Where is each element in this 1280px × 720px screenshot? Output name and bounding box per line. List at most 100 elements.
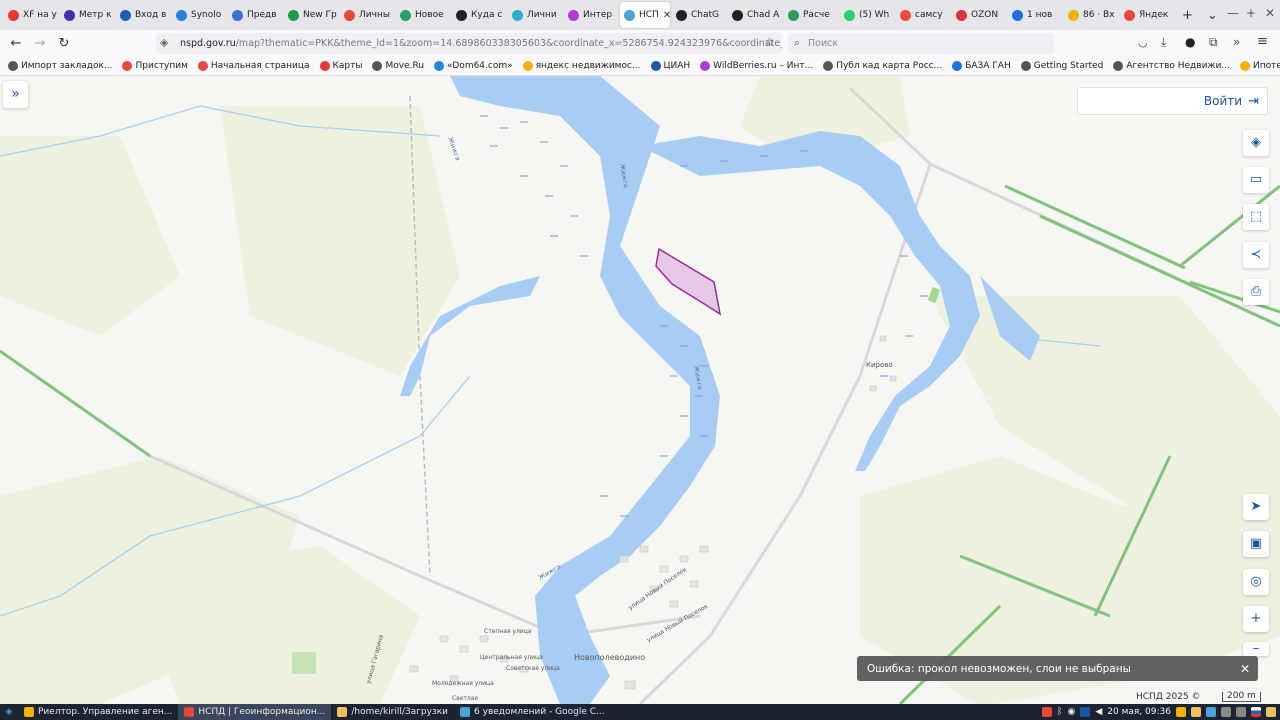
geolocation-button[interactable]: ◎ (1243, 569, 1269, 595)
download-icon[interactable]: ⤓ (1161, 35, 1166, 50)
hp-icon[interactable] (1080, 707, 1091, 717)
green-patch (292, 652, 316, 674)
bookmark-item[interactable]: ЦИАН (650, 61, 690, 71)
bookmark-item[interactable]: Начальная страница (197, 61, 310, 71)
tray-app-icon[interactable] (1221, 707, 1231, 717)
tab-4[interactable]: Предв (228, 2, 282, 28)
print-button[interactable]: ⎙ (1243, 279, 1269, 305)
tab-14[interactable]: Расче (784, 2, 838, 28)
tab-label: ChatG (691, 10, 720, 20)
network-icon[interactable]: ◉ (1068, 707, 1076, 717)
taskbar-item[interactable]: Риелтор. Управление аген... (18, 704, 178, 720)
bookmark-item[interactable]: Getting Started (1020, 61, 1103, 71)
search-input[interactable]: ⌕ Поиск (788, 33, 1054, 54)
back-button[interactable]: ← (4, 36, 28, 51)
bookmark-item[interactable]: Карты (319, 61, 362, 71)
tray-app-icon[interactable] (1176, 707, 1186, 717)
ruler-button[interactable]: ▭ (1243, 167, 1269, 193)
river-label: Жижга (446, 136, 462, 162)
folder-icon[interactable] (1266, 707, 1276, 717)
taskbar-item[interactable]: НСПД | Геоинформацион... (178, 704, 332, 720)
tray-app-icon[interactable] (1191, 707, 1201, 717)
volume-icon[interactable]: ◀ (1095, 707, 1102, 717)
keyboard-layout-icon[interactable] (1251, 707, 1261, 717)
bookmark-item[interactable]: «Dom64.com» (434, 61, 513, 71)
bookmark-item[interactable]: Ипотечный калькул... (1239, 61, 1280, 71)
tab-8[interactable]: Куда с (452, 2, 506, 28)
tab-label: самсу (915, 10, 943, 20)
new-tab-button[interactable]: + (1176, 8, 1199, 23)
bookmark-item[interactable]: Импорт закладок... (8, 61, 112, 71)
tab-label: Интер (583, 10, 613, 20)
bookmark-item[interactable]: яндекс недвижимос... (522, 61, 641, 71)
clock[interactable]: 20 мая, 09:36 (1107, 707, 1171, 717)
taskbar-item[interactable]: /home/kirill/Загрузки (331, 704, 454, 720)
forward-button[interactable]: → (28, 36, 52, 51)
error-toast: Ошибка: прокол невозможен, слои не выбра… (857, 656, 1258, 681)
tab-9[interactable]: Лични (508, 2, 562, 28)
building (659, 565, 669, 573)
tab-15[interactable]: (5) Wh (840, 2, 894, 28)
tab-11[interactable]: НСП ✕ (620, 2, 670, 28)
close-window-button[interactable]: ✕ (1265, 6, 1275, 20)
bookmark-item[interactable]: Move.Ru (372, 61, 424, 71)
bookmark-star-icon[interactable]: ☆ (764, 35, 775, 49)
tab-0[interactable]: XF на у (4, 2, 58, 28)
taskbar-item[interactable]: 6 уведомлений - Google C... (454, 704, 611, 720)
tab-6[interactable]: Личны (340, 2, 394, 28)
tab-19[interactable]: 86 · Вх (1064, 2, 1118, 28)
url-bar[interactable]: ◈ nspd.gov.ru/map?thematic=PKK&theme_id=… (156, 33, 782, 54)
bookmark-item[interactable]: Приступим (122, 61, 188, 71)
minimap-button[interactable]: ▣ (1243, 531, 1269, 557)
layers-button[interactable]: ◈ (1243, 130, 1269, 156)
tab-label: НСП (639, 10, 659, 20)
land-parcel[interactable] (655, 247, 722, 316)
overflow-icon[interactable]: » (1233, 35, 1240, 49)
tab-7[interactable]: Новое (396, 2, 450, 28)
close-toast-icon[interactable]: ✕ (1240, 662, 1250, 676)
bluetooth-icon[interactable]: ᛒ (1057, 707, 1062, 717)
tab-10[interactable]: Интер (564, 2, 618, 28)
bookmark-favicon-icon (8, 61, 18, 71)
tab-16[interactable]: самсу (896, 2, 950, 28)
login-button[interactable]: Войти ⇥ (1077, 87, 1268, 115)
minimize-button[interactable]: — (1227, 6, 1239, 20)
reload-button[interactable]: ↻ (52, 36, 76, 51)
bookmark-item[interactable]: WildBerries.ru – Инт... (700, 61, 813, 71)
close-tab-icon[interactable]: ✕ (663, 10, 670, 21)
tab-list-button[interactable]: ⌄ (1201, 8, 1224, 23)
tab-favicon-icon (400, 9, 411, 21)
bookmark-item[interactable]: Агентство Недвижи... (1113, 61, 1230, 71)
bookmark-item[interactable]: БАЗА ГАН (952, 61, 1011, 71)
tab-12[interactable]: ChatG (672, 2, 726, 28)
start-menu-icon[interactable]: ◈ (0, 707, 18, 717)
tab-20[interactable]: Яндек (1120, 2, 1174, 28)
bookmark-item[interactable]: Публ кад карта Росс... (823, 61, 942, 71)
account-icon[interactable]: ● (1185, 35, 1195, 49)
tab-17[interactable]: OZON (952, 2, 1006, 28)
select-area-button[interactable]: ⬚ (1243, 204, 1269, 230)
tray-app-icon[interactable] (1236, 707, 1246, 717)
tray-app-icon[interactable] (1042, 707, 1053, 717)
menu-icon[interactable]: ≡ (1257, 34, 1268, 49)
tab-3[interactable]: Synolo (172, 2, 226, 28)
locate-button[interactable]: ➤ (1243, 494, 1269, 520)
maximize-button[interactable]: + (1246, 6, 1256, 20)
tab-favicon-icon (456, 9, 467, 21)
extensions-icon[interactable]: ⧉ (1209, 35, 1218, 50)
taskbar-app-icon (460, 707, 471, 717)
map-canvas[interactable]: Жижга Жижга Жижга Жижга Кирово Новополев… (0, 76, 1280, 704)
zoom-out-button[interactable]: – (1243, 642, 1269, 656)
tab-2[interactable]: Вход в (116, 2, 170, 28)
bookmark-favicon-icon (823, 61, 834, 71)
chrome-tray-icon[interactable] (1206, 707, 1216, 717)
expand-panel-button[interactable]: » (3, 81, 28, 108)
tab-label: Лични (527, 10, 557, 20)
tab-18[interactable]: 1 нов (1008, 2, 1062, 28)
share-button[interactable]: ≺ (1243, 242, 1269, 268)
tab-1[interactable]: Метр к (60, 2, 114, 28)
tab-13[interactable]: Chad A (728, 2, 782, 28)
zoom-in-button[interactable]: + (1243, 606, 1269, 632)
pocket-icon[interactable]: ◡ (1138, 36, 1148, 49)
tab-5[interactable]: New Гр (284, 2, 338, 28)
